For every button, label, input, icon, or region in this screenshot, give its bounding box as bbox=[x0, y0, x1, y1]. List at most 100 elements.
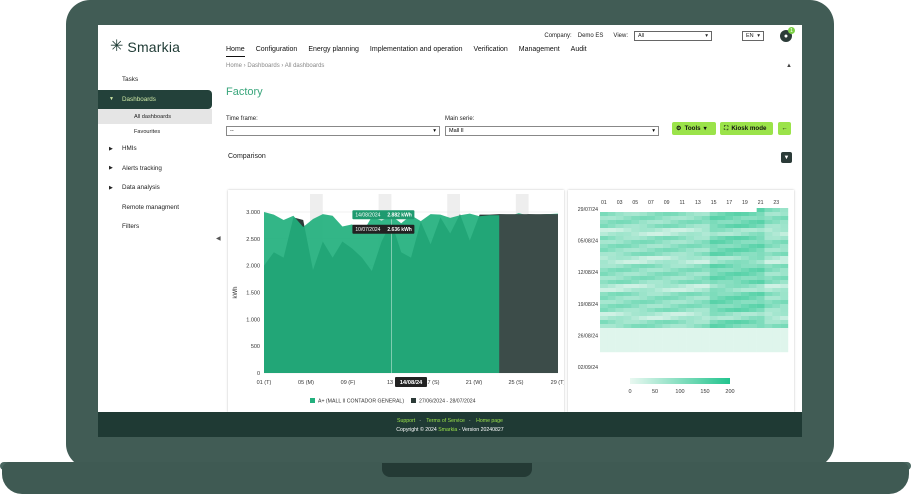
heat-cell bbox=[607, 220, 616, 225]
heat-cell bbox=[772, 276, 781, 281]
heat-cell bbox=[694, 256, 703, 261]
heat-cell bbox=[694, 308, 703, 313]
heat-cell bbox=[764, 344, 773, 349]
footer-link-home[interactable]: Home page bbox=[476, 418, 503, 424]
sidebar-item-alerts[interactable]: ▶ Alerts tracking bbox=[98, 159, 212, 179]
heat-cell bbox=[686, 264, 695, 269]
section-dropdown-button[interactable]: ▼ bbox=[781, 152, 792, 163]
heatmap-chart[interactable]: 01 03 05 07 09 11 13 15 17 19 21 23 29/07/24 05/08/24… bbox=[568, 190, 794, 412]
nav-energy-planning[interactable]: Energy planning bbox=[308, 46, 359, 57]
heat-cell bbox=[615, 232, 624, 237]
heat-cell bbox=[772, 240, 781, 245]
heat-cell bbox=[780, 224, 789, 229]
x-tick-label-1: 05 (M) bbox=[298, 380, 314, 386]
nav-home[interactable]: Home bbox=[226, 46, 245, 57]
brand-logo[interactable]: ✳ Smarkia bbox=[110, 39, 180, 56]
main-serie-select[interactable]: Mall II ▾ bbox=[445, 126, 659, 136]
nav-configuration[interactable]: Configuration bbox=[256, 46, 298, 57]
heat-cell bbox=[678, 240, 687, 245]
heat-cell bbox=[741, 268, 750, 273]
heat-cell bbox=[717, 276, 726, 281]
heat-cell bbox=[678, 252, 687, 257]
heat-cell bbox=[654, 272, 663, 277]
chevron-up-icon[interactable]: ▲ bbox=[786, 63, 792, 69]
heat-cell bbox=[756, 312, 765, 317]
footer-link-support[interactable]: Support bbox=[397, 418, 415, 424]
time-frame-select[interactable]: -- ▾ bbox=[226, 126, 440, 136]
heat-cell bbox=[756, 300, 765, 305]
heat-cell bbox=[607, 336, 616, 341]
heat-cell bbox=[678, 336, 687, 341]
heat-cell bbox=[615, 288, 624, 293]
footer-link-terms[interactable]: Terms of Service bbox=[426, 418, 465, 424]
heat-cell bbox=[772, 236, 781, 241]
heat-cell bbox=[748, 332, 757, 337]
heat-cell bbox=[701, 332, 710, 337]
heat-cell bbox=[686, 284, 695, 289]
sidebar-item-hmis[interactable]: ▶ HMIs bbox=[98, 139, 212, 159]
breadcrumb-home[interactable]: Home bbox=[226, 63, 242, 69]
sidebar-item-remote[interactable]: Remote managment bbox=[98, 198, 212, 218]
company-value[interactable]: Demo ES bbox=[578, 33, 604, 39]
footer-brand[interactable]: Smarkia bbox=[438, 427, 457, 433]
heat-cell bbox=[772, 340, 781, 345]
heat-cell bbox=[709, 228, 718, 233]
nav-verification[interactable]: Verification bbox=[474, 46, 508, 57]
heat-cell bbox=[623, 304, 632, 309]
view-select[interactable]: All ▾ bbox=[634, 31, 712, 41]
heat-cell bbox=[607, 288, 616, 293]
language-select[interactable]: EN ▾ bbox=[742, 31, 764, 41]
heat-cell bbox=[717, 264, 726, 269]
back-button[interactable]: ← bbox=[778, 122, 791, 135]
heat-cell bbox=[764, 208, 773, 213]
heat-cell bbox=[709, 224, 718, 229]
heat-cell bbox=[654, 220, 663, 225]
heat-cell bbox=[733, 284, 742, 289]
tooltip-1-date: 10/07/2024 bbox=[355, 227, 380, 233]
sidebar-item-favourites[interactable]: Favourites bbox=[98, 124, 212, 139]
heat-cell bbox=[607, 312, 616, 317]
heat-cell bbox=[670, 336, 679, 341]
chevron-down-icon: ▾ bbox=[433, 128, 436, 134]
sidebar-item-filters[interactable]: Filters bbox=[98, 217, 212, 237]
collapse-sidebar-icon[interactable]: ◀ bbox=[216, 235, 221, 242]
tools-button[interactable]: ⚙ Tools ▾ bbox=[672, 122, 716, 135]
heat-cell bbox=[725, 240, 734, 245]
y-tick-label-3: 1.500 bbox=[246, 291, 260, 297]
heat-cell bbox=[662, 256, 671, 261]
heat-cell bbox=[756, 260, 765, 265]
heat-cell bbox=[678, 304, 687, 309]
kiosk-mode-button[interactable]: ⛶ Kiosk mode bbox=[720, 122, 773, 135]
nav-management[interactable]: Management bbox=[519, 46, 560, 57]
sidebar-item-dashboards[interactable]: ▼ Dashboards bbox=[98, 89, 212, 109]
heat-cell bbox=[615, 280, 624, 285]
nav-implementation[interactable]: Implementation and operation bbox=[370, 46, 463, 57]
area-chart-panel: 3.000 2.500 2.000 1.500 1.000 500 0 kWh 01 (T) 05… bbox=[228, 190, 566, 412]
heat-cell bbox=[615, 296, 624, 301]
area-chart[interactable]: 3.000 2.500 2.000 1.500 1.000 500 0 kWh 01 (T) 05… bbox=[228, 190, 566, 412]
heat-cell bbox=[654, 224, 663, 229]
heat-cell bbox=[654, 232, 663, 237]
heat-cell bbox=[647, 264, 656, 269]
heat-cell bbox=[748, 336, 757, 341]
heat-cell bbox=[764, 300, 773, 305]
breadcrumb-dashboards[interactable]: Dashboards bbox=[247, 63, 279, 69]
heat-y-label-0: 29/07/24 bbox=[578, 207, 598, 213]
heat-cell bbox=[780, 316, 789, 321]
nav-audit[interactable]: Audit bbox=[571, 46, 587, 57]
heat-cell bbox=[615, 248, 624, 253]
heat-cell bbox=[623, 296, 632, 301]
sidebar-item-tasks[interactable]: Tasks bbox=[98, 70, 212, 90]
sidebar-item-data-analysis[interactable]: ▶ Data analysis bbox=[98, 178, 212, 198]
user-avatar[interactable]: ● 1 bbox=[780, 27, 795, 42]
heat-cell bbox=[600, 240, 609, 245]
heat-cell bbox=[709, 300, 718, 305]
heat-cell bbox=[694, 292, 703, 297]
sidebar-item-all-dashboards[interactable]: All dashboards bbox=[98, 109, 212, 124]
heat-cell bbox=[639, 340, 648, 345]
heat-cell bbox=[780, 264, 789, 269]
heat-cell bbox=[600, 256, 609, 261]
heat-cell bbox=[756, 240, 765, 245]
heat-cell bbox=[654, 228, 663, 233]
heat-cell bbox=[662, 272, 671, 277]
